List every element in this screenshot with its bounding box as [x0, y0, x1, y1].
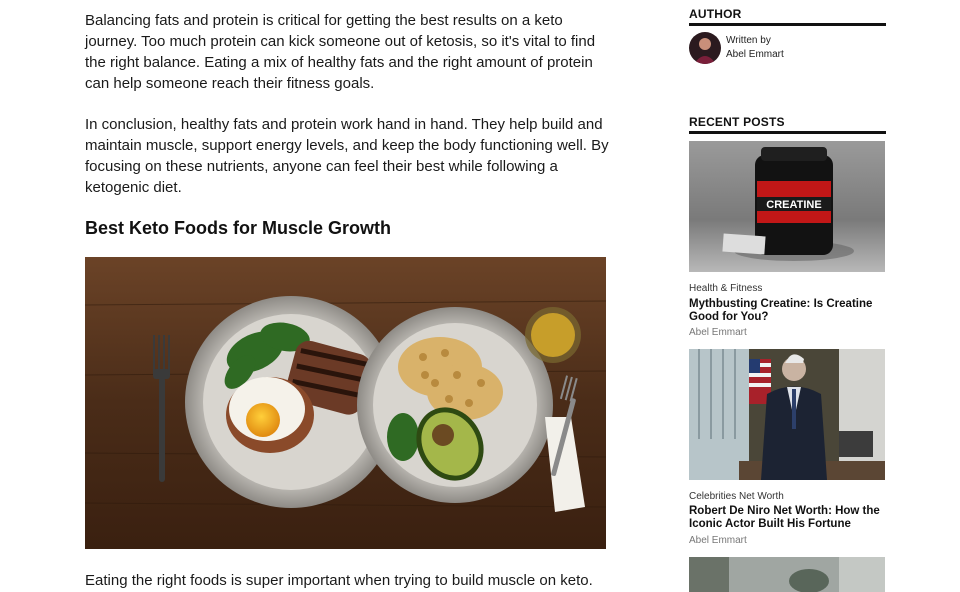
post-title-link[interactable]: Robert De Niro Net Worth: How the Iconic…	[689, 505, 886, 531]
recent-posts-title: RECENT POSTS	[689, 115, 886, 134]
article-paragraph: Balancing fats and protein is critical f…	[85, 12, 596, 92]
author-avatar[interactable]	[689, 32, 721, 64]
author-widget-title: AUTHOR	[689, 7, 886, 26]
post-thumbnail-de-niro[interactable]	[689, 349, 885, 480]
section-heading: Best Keto Foods for Muscle Growth	[85, 218, 392, 238]
post-title-link[interactable]: Mythbusting Creatine: Is Creatine Good f…	[689, 298, 886, 324]
keto-food-image	[85, 257, 606, 549]
post-thumbnail-partial[interactable]	[689, 557, 885, 592]
author-name-link[interactable]: Abel Emmart	[726, 48, 784, 62]
post-thumbnail-creatine[interactable]: CREATINE	[689, 141, 885, 272]
author-box[interactable]: Written by Abel Emmart	[689, 32, 784, 64]
post-category-link[interactable]: Health & Fitness	[689, 282, 762, 295]
article-paragraph: Eating the right foods is super importan…	[85, 572, 593, 589]
article-paragraph: In conclusion, healthy fats and protein …	[85, 116, 609, 196]
page: Balancing fats and protein is critical f…	[0, 0, 960, 592]
written-by-label: Written by	[726, 35, 771, 46]
thumb-product-label: CREATINE	[766, 199, 821, 211]
post-author[interactable]: Abel Emmart	[689, 534, 747, 547]
post-author[interactable]: Abel Emmart	[689, 326, 747, 339]
post-category-link[interactable]: Celebrities Net Worth	[689, 490, 784, 503]
keto-plate-illustration	[85, 257, 606, 549]
author-meta: Written by Abel Emmart	[726, 34, 784, 62]
